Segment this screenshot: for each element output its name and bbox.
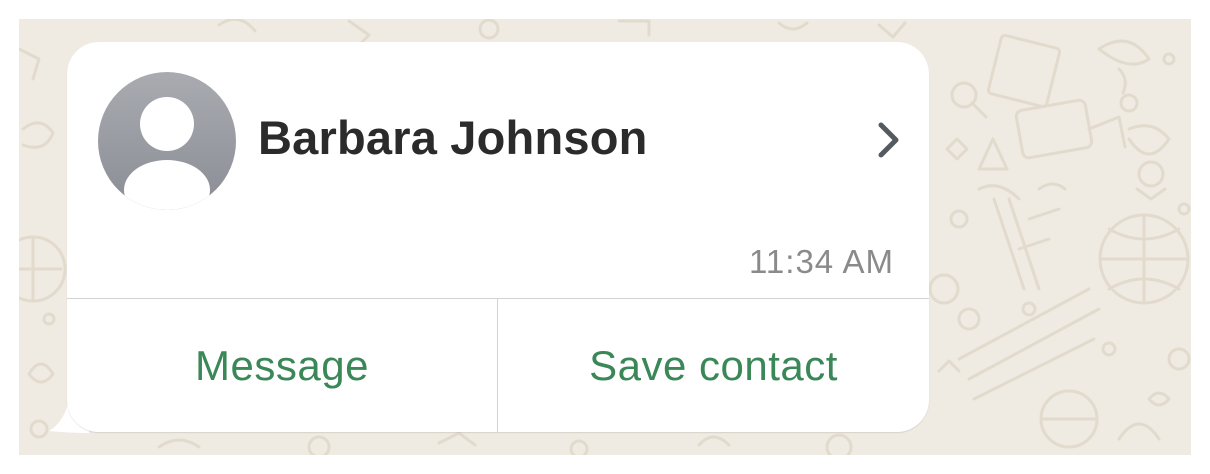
chat-background: Barbara Johnson 11:34 AM Message Save co… bbox=[19, 19, 1191, 455]
contact-card-bubble: Barbara Johnson 11:34 AM Message Save co… bbox=[67, 42, 929, 432]
message-timestamp: 11:34 AM bbox=[749, 243, 894, 280]
contact-row[interactable]: Barbara Johnson bbox=[67, 42, 929, 242]
save-contact-button[interactable]: Save contact bbox=[498, 299, 929, 432]
person-silhouette-icon bbox=[98, 72, 236, 210]
message-button[interactable]: Message bbox=[67, 299, 497, 432]
chevron-right-icon bbox=[878, 122, 899, 158]
contact-name: Barbara Johnson bbox=[258, 111, 648, 164]
